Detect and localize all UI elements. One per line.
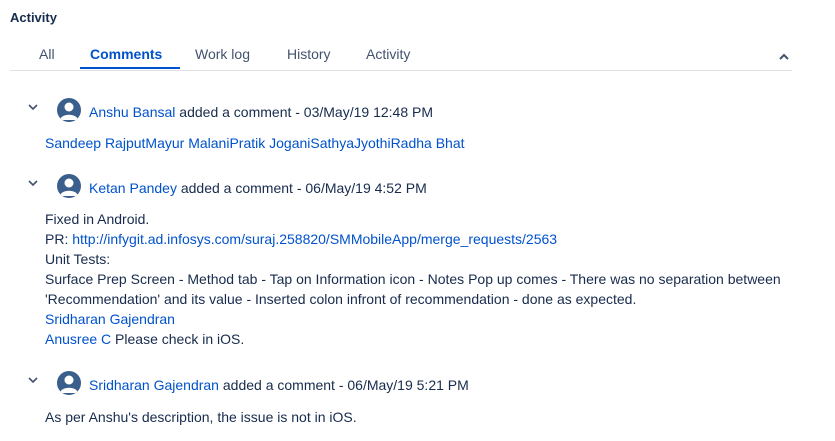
mention-link[interactable]: Sridharan Gajendran xyxy=(45,311,175,327)
comment-text: Surface Prep Screen - Method tab - Tap o… xyxy=(45,271,781,287)
tab-work-log[interactable]: Work log xyxy=(195,46,250,62)
pr-link[interactable]: http://infygit.ad.infosys.com/suraj.2588… xyxy=(72,231,557,247)
pr-label: PR: xyxy=(45,231,69,247)
comment-text: Unit Tests: xyxy=(45,251,111,267)
comment-meta: added a comment - 06/May/19 4:52 PM xyxy=(180,180,427,196)
section-title: Activity xyxy=(10,10,57,25)
mention-link[interactable]: Sandeep Rajput xyxy=(45,135,145,151)
activity-tabs: All Comments Work log History Activity xyxy=(10,40,792,71)
comment-header: Sridharan Gajendran added a comment - 06… xyxy=(89,377,469,393)
comment-author[interactable]: Anshu Bansal xyxy=(89,104,175,120)
avatar[interactable] xyxy=(57,371,81,395)
avatar[interactable] xyxy=(57,98,81,122)
mention-link[interactable]: Pratik Jogani xyxy=(229,135,310,151)
active-tab-indicator xyxy=(80,67,180,69)
mention-link[interactable]: Mayur Malani xyxy=(145,135,229,151)
avatar[interactable] xyxy=(57,174,81,198)
mention-link[interactable]: Radha Bhat xyxy=(391,135,465,151)
comment-meta: added a comment - 03/May/19 12:48 PM xyxy=(179,104,433,120)
comment-text: As per Anshu's description, the issue is… xyxy=(45,409,357,425)
comment-text: 'Recommendation' and its value - Inserte… xyxy=(45,291,637,307)
mention-link[interactable]: Jyothi xyxy=(354,135,391,151)
mention-link[interactable]: Sathya xyxy=(310,135,354,151)
mention-link[interactable]: Anusree C xyxy=(45,331,111,347)
chevron-down-icon[interactable] xyxy=(27,179,39,187)
tab-history[interactable]: History xyxy=(287,46,331,62)
comment-meta: added a comment - 06/May/19 5:21 PM xyxy=(222,377,469,393)
chevron-down-icon[interactable] xyxy=(27,103,39,111)
comment-body: Fixed in Android. PR: http://infygit.ad.… xyxy=(45,209,825,349)
tab-all[interactable]: All xyxy=(39,46,55,62)
tab-comments[interactable]: Comments xyxy=(90,46,162,62)
comment-body: As per Anshu's description, the issue is… xyxy=(45,407,825,427)
user-avatar-icon xyxy=(60,375,78,393)
chevron-up-icon[interactable] xyxy=(776,52,792,62)
user-avatar-icon xyxy=(60,178,78,196)
comment-header: Anshu Bansal added a comment - 03/May/19… xyxy=(89,104,433,120)
chevron-down-icon[interactable] xyxy=(27,376,39,384)
comment-text: Please check in iOS. xyxy=(111,331,245,347)
comment-body: Sandeep RajputMayur MalaniPratik JoganiS… xyxy=(45,133,825,153)
comment-author[interactable]: Ketan Pandey xyxy=(89,180,177,196)
user-avatar-icon xyxy=(60,102,78,120)
comment-text: Fixed in Android. xyxy=(45,211,150,227)
tab-activity[interactable]: Activity xyxy=(366,46,410,62)
comment-author[interactable]: Sridharan Gajendran xyxy=(89,377,219,393)
comment-header: Ketan Pandey added a comment - 06/May/19… xyxy=(89,180,427,196)
